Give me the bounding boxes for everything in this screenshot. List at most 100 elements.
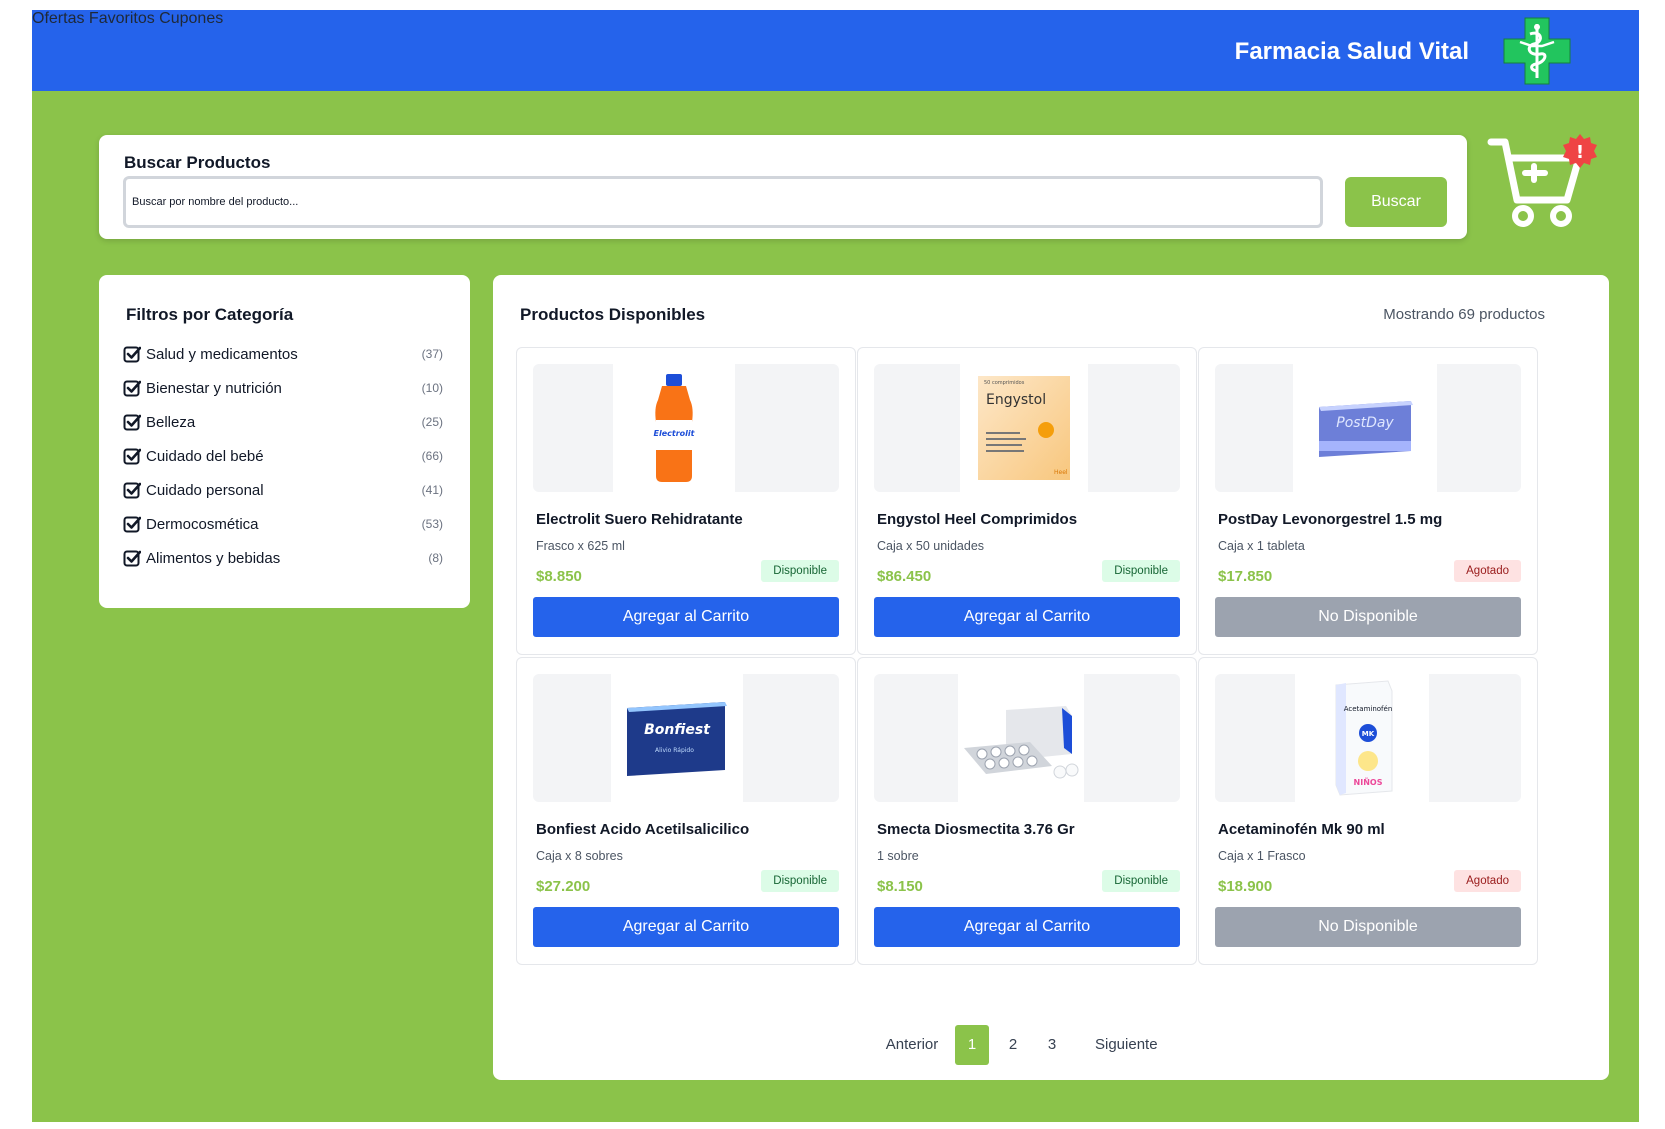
pharmacy-cross-caduceus-icon[interactable] <box>1502 16 1572 86</box>
status-badge: Disponible <box>1102 560 1180 582</box>
app-root: Ofertas Favoritos Cupones Farmacia Salud… <box>32 10 1639 1122</box>
svg-text:Heel: Heel <box>1054 469 1068 476</box>
svg-text:50 comprimidos: 50 comprimidos <box>984 380 1025 386</box>
product-card: Smecta Diosmectita 3.76 Gr 1 sobre $8.150 D… <box>857 657 1197 965</box>
add-to-cart-button[interactable]: Agregar al Carrito <box>874 907 1180 947</box>
filter-label: Dermocosmética <box>146 515 259 533</box>
filter-item[interactable]: Dermocosmética (53) <box>123 511 443 537</box>
postday-box-icon: PostDay <box>1293 364 1437 492</box>
checkbox-checked-icon[interactable] <box>123 549 141 567</box>
filter-item[interactable]: Cuidado personal (41) <box>123 477 443 503</box>
search-card: Buscar Productos Buscar <box>99 135 1467 239</box>
checkbox-checked-icon[interactable] <box>123 345 141 363</box>
filter-item[interactable]: Alimentos y bebidas (8) <box>123 545 443 571</box>
svg-text:Engystol: Engystol <box>986 392 1046 408</box>
product-card: Electrolit Electrolit Suero Rehidratante F… <box>516 347 856 655</box>
top-navbar: Ofertas Favoritos Cupones Farmacia Salud… <box>32 10 1639 91</box>
product-image[interactable]: Acetaminofén MK NIÑOS <box>1215 674 1521 802</box>
product-name[interactable]: Acetaminofén Mk 90 ml <box>1218 821 1385 838</box>
nav-link-favoritos[interactable]: Favoritos <box>89 10 155 27</box>
product-card: PostDay PostDay Levonorgestrel 1.5 mg Caja… <box>1198 347 1538 655</box>
add-to-cart-button[interactable]: Agregar al Carrito <box>533 907 839 947</box>
search-label: Buscar Productos <box>124 153 271 172</box>
search-input[interactable] <box>123 176 1323 228</box>
product-price: $18.900 <box>1218 878 1273 895</box>
cart-badge-text: ! <box>1576 142 1584 163</box>
checkbox-checked-icon[interactable] <box>123 379 141 397</box>
product-name[interactable]: Smecta Diosmectita 3.76 Gr <box>877 821 1075 838</box>
product-price: $27.200 <box>536 878 591 895</box>
electrolit-bottle-icon: Electrolit <box>613 364 735 492</box>
filter-label: Salud y medicamentos <box>146 345 298 363</box>
cart-alert-badge: ! <box>1563 134 1597 168</box>
brand-name: Farmacia Salud Vital <box>1234 38 1469 65</box>
filter-count: (8) <box>428 551 443 565</box>
unavailable-button[interactable]: No Disponible <box>1215 907 1521 947</box>
pagination-prev[interactable]: Anterior <box>885 1025 939 1065</box>
nav-link-ofertas[interactable]: Ofertas <box>32 10 84 27</box>
checkbox-checked-icon[interactable] <box>123 413 141 431</box>
filter-item[interactable]: Belleza (25) <box>123 409 443 435</box>
pagination-page-2[interactable]: 2 <box>1003 1025 1023 1065</box>
filter-item[interactable]: Bienestar y nutrición (10) <box>123 375 443 401</box>
filter-label: Cuidado personal <box>146 481 264 499</box>
product-presentation: 1 sobre <box>877 849 919 863</box>
product-image[interactable]: PostDay <box>1215 364 1521 492</box>
pagination-page-1[interactable]: 1 <box>955 1025 989 1065</box>
status-badge: Disponible <box>761 560 839 582</box>
status-badge: Agotado <box>1454 560 1521 582</box>
filter-count: (66) <box>421 449 443 463</box>
pagination-page-3[interactable]: 3 <box>1042 1025 1062 1065</box>
checkbox-checked-icon[interactable] <box>123 515 141 533</box>
nav-link-cupones[interactable]: Cupones <box>159 10 223 27</box>
product-name[interactable]: PostDay Levonorgestrel 1.5 mg <box>1218 511 1442 528</box>
product-name[interactable]: Bonfiest Acido Acetilsalicilico <box>536 821 749 838</box>
product-image[interactable]: Bonfiest Alivio Rápido <box>533 674 839 802</box>
pagination-next[interactable]: Siguiente <box>1095 1025 1158 1065</box>
search-button[interactable]: Buscar <box>1345 177 1447 227</box>
svg-text:Acetaminofén: Acetaminofén <box>1344 705 1393 713</box>
product-presentation: Caja x 50 unidades <box>877 539 985 553</box>
product-image[interactable]: 50 comprimidos Engystol Heel <box>874 364 1180 492</box>
svg-text:Alivio Rápido: Alivio Rápido <box>655 747 694 754</box>
products-count: Mostrando 69 productos <box>1383 306 1545 323</box>
product-price: $8.850 <box>536 568 582 585</box>
filter-count: (37) <box>421 347 443 361</box>
products-title: Productos Disponibles <box>520 305 706 324</box>
product-presentation: Frasco x 625 ml <box>536 539 625 553</box>
svg-text:NIÑOS: NIÑOS <box>1354 777 1383 787</box>
add-to-cart-button[interactable]: Agregar al Carrito <box>874 597 1180 637</box>
filter-label: Bienestar y nutrición <box>146 379 282 397</box>
bonfiest-box-icon: Bonfiest Alivio Rápido <box>611 674 743 802</box>
product-card: 50 comprimidos Engystol Heel Engystol Heel … <box>857 347 1197 655</box>
add-to-cart-button[interactable]: Agregar al Carrito <box>533 597 839 637</box>
filter-count: (25) <box>421 415 443 429</box>
product-price: $17.850 <box>1218 568 1273 585</box>
filter-item[interactable]: Cuidado del bebé (66) <box>123 443 443 469</box>
status-badge: Agotado <box>1454 870 1521 892</box>
product-price: $86.450 <box>877 568 932 585</box>
svg-text:Electrolit: Electrolit <box>654 429 696 438</box>
product-image[interactable] <box>874 674 1180 802</box>
status-badge: Disponible <box>761 870 839 892</box>
cart-button[interactable]: ! <box>1487 128 1605 240</box>
filter-label: Cuidado del bebé <box>146 447 264 465</box>
status-badge: Disponible <box>1102 870 1180 892</box>
pagination: Anterior 1 2 3 Siguiente <box>885 1025 1185 1065</box>
checkbox-checked-icon[interactable] <box>123 447 141 465</box>
tablets-blister-icon <box>958 674 1084 802</box>
product-presentation: Caja x 1 Frasco <box>1218 849 1306 863</box>
svg-text:MK: MK <box>1362 730 1375 738</box>
product-name[interactable]: Electrolit Suero Rehidratante <box>536 511 743 528</box>
product-presentation: Caja x 1 tableta <box>1218 539 1305 553</box>
filter-count: (41) <box>421 483 443 497</box>
product-image[interactable]: Electrolit <box>533 364 839 492</box>
product-card: Acetaminofén MK NIÑOS Acetaminofén Mk 90 ml… <box>1198 657 1538 965</box>
unavailable-button[interactable]: No Disponible <box>1215 597 1521 637</box>
filter-count: (10) <box>421 381 443 395</box>
filter-item[interactable]: Salud y medicamentos (37) <box>123 341 443 367</box>
engystol-box-icon: 50 comprimidos Engystol Heel <box>960 364 1088 492</box>
filters-title: Filtros por Categoría <box>126 305 294 324</box>
product-name[interactable]: Engystol Heel Comprimidos <box>877 511 1077 528</box>
checkbox-checked-icon[interactable] <box>123 481 141 499</box>
